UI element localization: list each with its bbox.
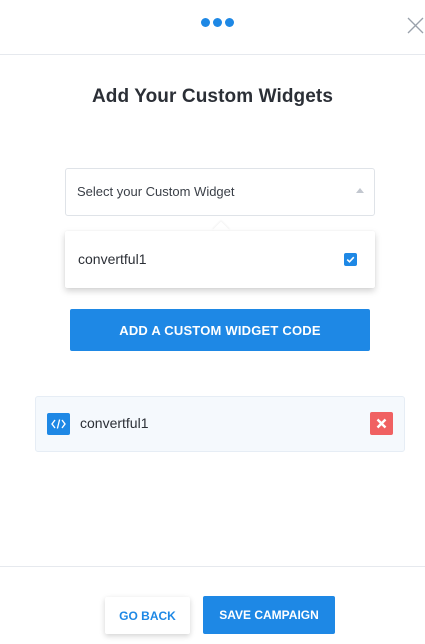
add-custom-widget-code-button[interactable]: ADD A CUSTOM WIDGET CODE [70, 309, 370, 351]
select-value: Select your Custom Widget [77, 184, 235, 199]
more-dots-icon [201, 18, 234, 27]
caret-up-icon [356, 188, 364, 193]
code-icon [47, 413, 70, 435]
save-campaign-button[interactable]: SAVE CAMPAIGN [203, 596, 335, 634]
dropdown-option[interactable]: convertful1 [65, 231, 375, 288]
widget-name: convertful1 [80, 415, 149, 431]
dot [225, 18, 234, 27]
dot [201, 18, 210, 27]
remove-widget-button[interactable] [370, 412, 393, 435]
modal-header [0, 0, 425, 55]
widget-list-item: convertful1 [35, 396, 405, 452]
custom-widget-select[interactable]: Select your Custom Widget [65, 168, 375, 216]
page-title: Add Your Custom Widgets [91, 86, 334, 107]
dot [213, 18, 222, 27]
close-icon[interactable] [406, 16, 425, 35]
go-back-button[interactable]: GO BACK [105, 597, 190, 634]
option-label: convertful1 [78, 251, 147, 267]
checkbox-checked-icon[interactable] [344, 253, 357, 266]
widget-dropdown: convertful1 [65, 231, 375, 288]
